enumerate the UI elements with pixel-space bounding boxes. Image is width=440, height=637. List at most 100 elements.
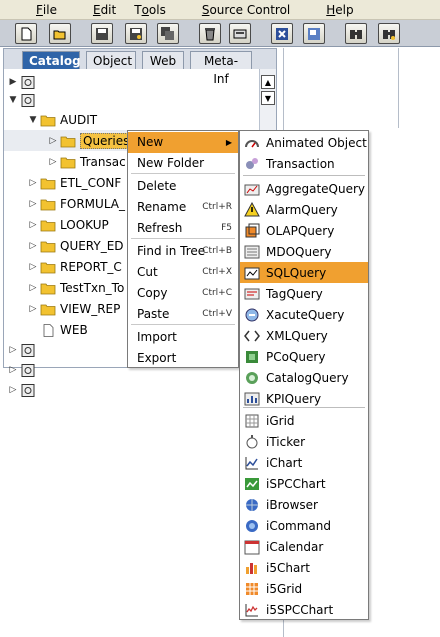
expand-icon[interactable]: ▷ — [48, 157, 58, 167]
icalendar-icon — [244, 539, 260, 555]
context-menu-item-delete[interactable]: Delete — [128, 176, 238, 197]
submenu-item-tagquery[interactable]: TagQuery — [240, 283, 368, 304]
menu-help[interactable]: Help — [308, 3, 353, 17]
tab-meta-inf[interactable]: Meta-Inf — [190, 51, 252, 86]
tab-object[interactable]: Object — [86, 51, 136, 69]
save-all-button[interactable] — [157, 23, 179, 44]
tree-item-label: VIEW_REP — [60, 301, 121, 316]
tree-item-label: QUERY_ED — [60, 238, 124, 253]
submenu-item-icommand[interactable]: iCommand — [240, 515, 368, 536]
collapse-icon[interactable]: ▼ — [28, 115, 38, 125]
submenu-item-icalendar[interactable]: iCalendar — [240, 536, 368, 557]
tree-item[interactable]: ▼ — [4, 89, 259, 110]
expand-icon[interactable]: ▷ — [8, 385, 18, 395]
delete-button[interactable] — [199, 23, 221, 44]
menu-item-label: Import — [137, 330, 177, 344]
folder-icon — [40, 198, 56, 210]
context-menu-item-refresh[interactable]: Refresh F5 — [128, 218, 238, 239]
submenu-item-alarmquery[interactable]: AlarmQuery — [240, 199, 368, 220]
submenu-item-mdoquery[interactable]: MDOQuery — [240, 241, 368, 262]
close-button[interactable] — [271, 23, 293, 44]
expand-icon[interactable]: ▷ — [28, 304, 38, 314]
save-as-icon — [130, 27, 142, 40]
expand-icon[interactable]: ▷ — [28, 199, 38, 209]
tab-web[interactable]: Web — [142, 51, 184, 69]
context-menu-item-rename[interactable]: Rename Ctrl+R — [128, 197, 238, 218]
submenu-item-label: iBrowser — [266, 497, 318, 512]
context-menu-item-copy[interactable]: Copy Ctrl+C — [128, 283, 238, 304]
submenu-item-olapquery[interactable]: OLAPQuery — [240, 220, 368, 241]
xacute-query-icon — [244, 307, 260, 323]
expand-icon[interactable]: ▷ — [8, 365, 18, 375]
submenu-item-xacutequery[interactable]: XacuteQuery — [240, 304, 368, 325]
scroll-down-button[interactable]: ▼ — [261, 91, 275, 105]
tab-catalog[interactable]: Catalog — [22, 51, 81, 69]
folder-icon — [40, 114, 56, 126]
context-menu-item-cut[interactable]: Cut Ctrl+X — [128, 262, 238, 283]
project-icon — [20, 75, 36, 89]
menu-help-rest: elp — [335, 2, 354, 17]
submenu-item-catalogquery[interactable]: CatalogQuery — [240, 367, 368, 388]
submenu-item-animated-object[interactable]: Animated Object — [240, 132, 368, 153]
project-icon — [20, 363, 36, 377]
menu-item-shortcut: Ctrl+C — [202, 288, 232, 298]
context-menu-item-paste[interactable]: Paste Ctrl+V — [128, 304, 238, 325]
expand-icon[interactable]: ▷ — [28, 283, 38, 293]
scroll-up-button[interactable]: ▲ — [261, 75, 275, 89]
submenu-item-transaction[interactable]: Transaction — [240, 153, 368, 174]
find-replace-button[interactable] — [378, 23, 400, 44]
expand-icon[interactable]: ▷ — [28, 262, 38, 272]
expand-icon[interactable]: ▷ — [28, 178, 38, 188]
menu-file[interactable]: File — [18, 3, 57, 17]
submenu-item-i5spcchart[interactable]: i5SPCChart — [240, 599, 368, 620]
expand-icon[interactable]: ▷ — [28, 241, 38, 251]
context-menu-item-export[interactable]: Export — [128, 348, 238, 369]
menu-item-shortcut: Ctrl+X — [202, 267, 232, 277]
menu-item-shortcut: Ctrl+R — [202, 202, 232, 212]
submenu-item-pcoquery[interactable]: PCoQuery — [240, 346, 368, 367]
expand-icon[interactable]: ▷ — [8, 345, 18, 355]
submenu-item-igrid[interactable]: iGrid — [240, 410, 368, 431]
menu-edit[interactable]: Edit — [75, 3, 116, 17]
submenu-item-i5chart[interactable]: i5Chart — [240, 557, 368, 578]
expand-icon[interactable]: ▷ — [48, 136, 58, 146]
submenu-item-i5grid[interactable]: i5Grid — [240, 578, 368, 599]
submenu-item-kpiquery[interactable]: KPIQuery — [240, 388, 368, 409]
context-menu-item-find-in-tree[interactable]: Find in Tree Ctrl+B — [128, 241, 238, 262]
tree-item-label: LOOKUP — [60, 217, 109, 232]
context-menu-item-new[interactable]: New ▶ — [128, 132, 238, 153]
editor-divider — [398, 48, 399, 128]
submenu-item-ichart[interactable]: iChart — [240, 452, 368, 473]
menu-item-shortcut: F5 — [221, 223, 232, 233]
expand-icon[interactable]: ▷ — [28, 220, 38, 230]
submenu-item-label: TagQuery — [266, 286, 323, 301]
find-button[interactable] — [345, 23, 367, 44]
menu-source-control[interactable]: Source Control — [184, 3, 290, 17]
submenu-item-label: MDOQuery — [266, 244, 332, 259]
tree-item[interactable]: ▼ AUDIT — [4, 109, 259, 130]
submenu-item-label: Animated Object — [266, 135, 367, 150]
context-menu-item-import[interactable]: Import — [128, 327, 238, 348]
submenu-item-ispcchart[interactable]: iSPCChart — [240, 473, 368, 494]
open-folder-button[interactable] — [49, 23, 71, 44]
save-as-button[interactable] — [125, 23, 147, 44]
preview-button[interactable] — [303, 23, 325, 44]
save-button[interactable] — [91, 23, 113, 44]
collapse-icon[interactable]: ▼ — [8, 95, 18, 105]
menu-tools[interactable]: Tools — [134, 3, 166, 17]
submenu-item-aggregatequery[interactable]: AggregateQuery — [240, 178, 368, 199]
context-menu-item-new-folder[interactable]: New Folder — [128, 153, 238, 174]
i5chart-icon — [244, 560, 260, 576]
submenu-item-label: AggregateQuery — [266, 181, 366, 196]
menu-item-label: Find in Tree — [137, 244, 206, 258]
properties-button[interactable] — [229, 23, 251, 44]
submenu-item-iticker[interactable]: iTicker — [240, 431, 368, 452]
submenu-item-xmlquery[interactable]: XMLQuery — [240, 325, 368, 346]
tree-item[interactable]: ▷ — [4, 379, 259, 400]
submenu-item-sqlquery[interactable]: SQLQuery — [240, 262, 368, 283]
submenu-item-ibrowser[interactable]: iBrowser — [240, 494, 368, 515]
expand-icon[interactable]: ▶ — [8, 77, 18, 87]
properties-icon — [233, 29, 247, 38]
new-document-button[interactable] — [15, 23, 37, 44]
submenu-item-label: iSPCChart — [266, 476, 326, 491]
